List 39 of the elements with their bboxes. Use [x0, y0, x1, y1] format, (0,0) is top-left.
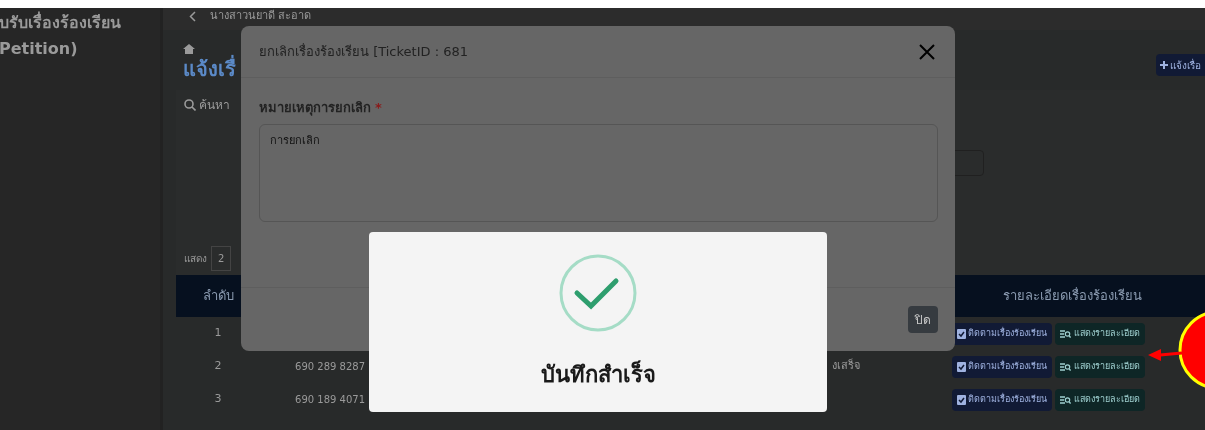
- list-search-icon: [1060, 361, 1071, 372]
- sidebar-title: Petition): [0, 38, 79, 60]
- success-check-icon: [558, 253, 638, 333]
- column-header: ลำดับ: [201, 287, 235, 306]
- plus-icon: [1160, 61, 1168, 69]
- column-header: รายละเอียดเรื่องร้องเรียน: [1002, 286, 1143, 306]
- table-cell: งเสร็จ: [832, 358, 860, 375]
- search-label: ค้นหา: [199, 97, 230, 114]
- close-icon[interactable]: [919, 43, 935, 60]
- page-title: แจ้งเรื่: [183, 54, 236, 83]
- show-details-button[interactable]: แสดงรายละเอียด: [1055, 388, 1145, 411]
- sidebar-title: บรับเรื่องร้องเรียน: [0, 10, 122, 34]
- table-cell-text: 690 189 4071: [295, 393, 365, 407]
- search-icon: [184, 99, 196, 111]
- field-label: หมายเหตุการยกเลิก: [259, 99, 371, 118]
- add-complaint-button[interactable]: แจ้งเรื่อ: [1156, 54, 1205, 76]
- track-complaint-button[interactable]: ติดตามเรื่องร้องเรียน: [952, 322, 1052, 345]
- list-search-icon: [1060, 328, 1071, 339]
- required-mark: *: [375, 99, 382, 117]
- page-size-select[interactable]: 2: [211, 246, 232, 271]
- list-search-icon: [1060, 394, 1071, 405]
- modal-title: ยกเลิกเรื่องร้องเรียน [TicketID : 681: [259, 42, 468, 61]
- home-icon: [183, 44, 195, 54]
- close-button[interactable]: ปิด: [908, 306, 938, 333]
- clipboard-check-icon: [957, 328, 966, 339]
- show-label: แสดง: [184, 252, 207, 266]
- track-complaint-button[interactable]: ติดตามเรื่องร้องเรียน: [952, 355, 1052, 378]
- user-name: นางสาวนยาดี สะอาด: [210, 9, 312, 23]
- clipboard-check-icon: [957, 394, 966, 405]
- show-details-button[interactable]: แสดงรายละเอียด: [1055, 322, 1145, 345]
- table-cell-text: 690 289 8287: [295, 360, 365, 374]
- table-cell-text: 1: [213, 325, 223, 342]
- table-cell-text: 2: [213, 358, 223, 375]
- clipboard-check-icon: [957, 361, 966, 372]
- alert-message: บันทึกสำเร็จ: [540, 359, 656, 389]
- track-complaint-button[interactable]: ติดตามเรื่องร้องเรียน: [952, 388, 1052, 411]
- table-cell-text: 3: [213, 391, 223, 408]
- show-details-button[interactable]: แสดงรายละเอียด: [1055, 355, 1145, 378]
- back-chevron-icon[interactable]: [189, 11, 196, 22]
